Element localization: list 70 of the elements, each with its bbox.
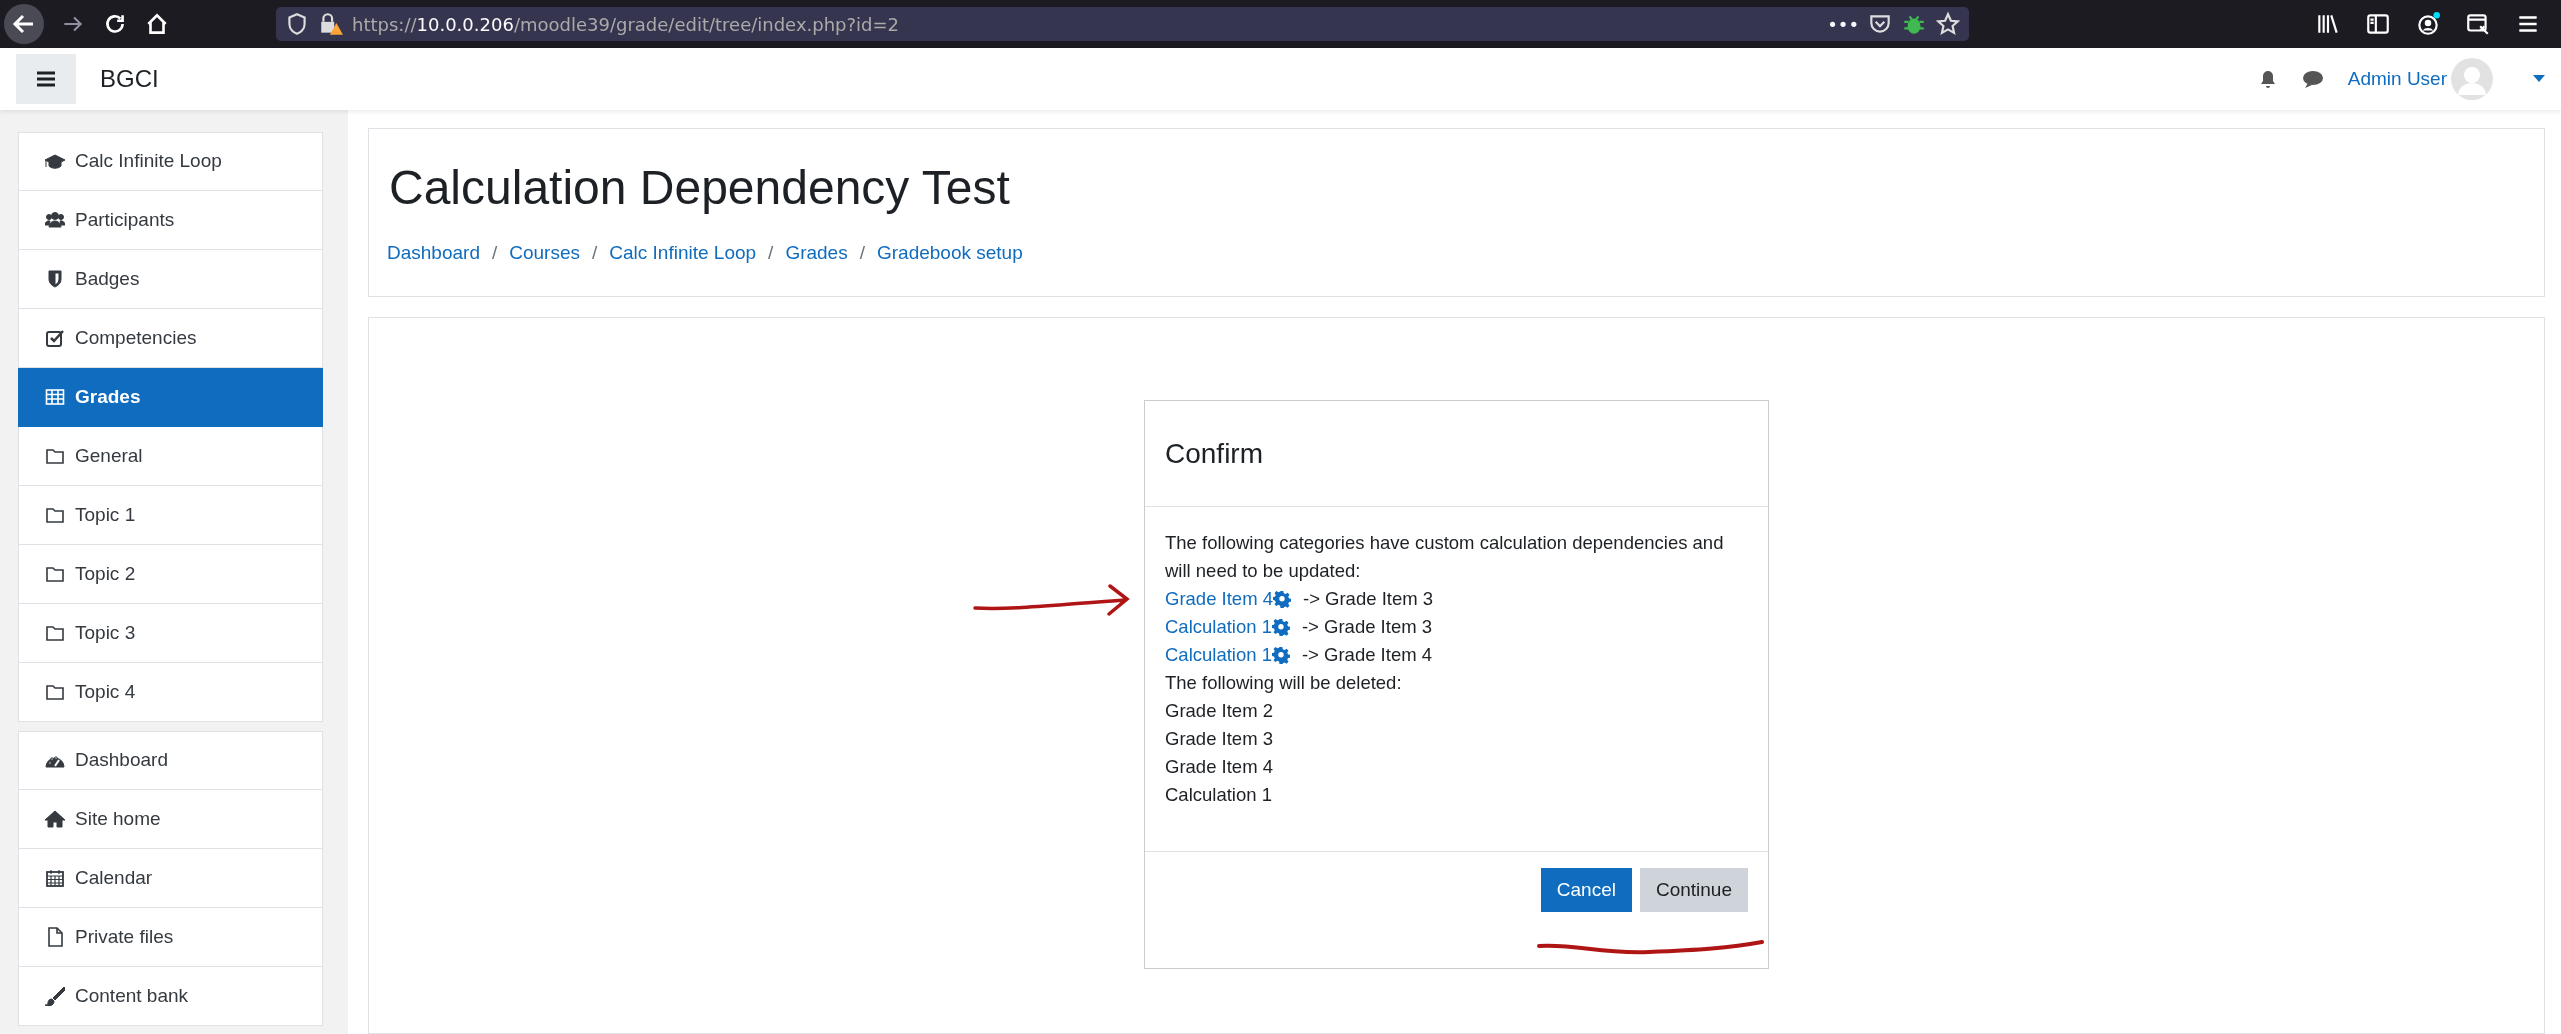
dependency-target: -> Grade Item 3 (1302, 587, 1434, 611)
deleted-item: Grade Item 2 (1165, 699, 1274, 723)
deleted-item: Grade Item 4 (1165, 755, 1274, 779)
breadcrumb-link[interactable]: Grades (785, 238, 848, 268)
sidebar-item[interactable]: General (18, 427, 323, 486)
dependency-target: -> Grade Item 4 (1301, 643, 1433, 667)
cancel-button[interactable]: Cancel (1540, 868, 1632, 912)
sidebar-icon[interactable] (2365, 11, 2391, 37)
folder-icon (45, 446, 65, 466)
dependency-target: -> Grade Item 3 (1301, 615, 1433, 639)
sidebar-item[interactable]: Badges (18, 250, 323, 309)
table-icon (45, 387, 65, 407)
sidebar-item[interactable]: Site home (18, 790, 323, 849)
folder-icon (45, 682, 65, 702)
calendar-icon (45, 868, 65, 888)
back-icon[interactable] (4, 4, 44, 44)
breadcrumb-separator: / (491, 240, 498, 265)
folder-icon (45, 623, 65, 643)
dialog-title: Confirm (1165, 436, 1263, 471)
sidebar-item[interactable]: Grades (18, 368, 323, 427)
gear-icon (1271, 618, 1290, 636)
sidebar-item[interactable]: Dashboard (18, 731, 323, 790)
screenshot-icon[interactable] (2465, 11, 2491, 37)
checkbox-icon (45, 328, 65, 348)
breadcrumb-link[interactable]: Calc Infinite Loop (609, 238, 757, 268)
user-name-link[interactable]: Admin User (2347, 64, 2447, 94)
page-actions-menu[interactable]: ••• (1827, 10, 1859, 38)
sidebar-item[interactable]: Topic 3 (18, 604, 323, 663)
url-text[interactable]: https://10.0.0.206/moodle39/grade/edit/tree/index.php?id=2 (352, 10, 1820, 38)
home-icon (45, 809, 65, 829)
file-icon (45, 927, 65, 947)
sidebar-item[interactable]: Content bank (18, 967, 323, 1026)
lock-warning-icon[interactable] (318, 11, 344, 37)
breadcrumb-link[interactable]: Dashboard (387, 238, 480, 268)
star-icon[interactable] (1935, 11, 1961, 37)
sidebar-item[interactable]: Topic 1 (18, 486, 323, 545)
grade-item-link[interactable]: Grade Item 4 (1165, 585, 1291, 613)
sidebar-item[interactable]: Participants (18, 191, 323, 250)
grade-item-link[interactable]: Calculation 1 (1165, 613, 1290, 641)
folder-icon (45, 564, 65, 584)
deleted-item: Grade Item 3 (1165, 727, 1274, 751)
sidebar-item[interactable]: Topic 2 (18, 545, 323, 604)
users-icon (45, 210, 65, 230)
continue-button[interactable]: Continue (1639, 868, 1748, 912)
sidebar-item[interactable]: Private files (18, 908, 323, 967)
account-icon[interactable] (2415, 11, 2441, 37)
breadcrumb-separator: / (768, 240, 774, 265)
sidebar-item[interactable]: Topic 4 (18, 663, 323, 722)
sidebar-item[interactable]: Calc Infinite Loop (18, 132, 323, 191)
site-name-link[interactable]: BGCI (100, 61, 159, 97)
folder-icon (45, 505, 65, 525)
sidebar-item[interactable]: Competencies (18, 309, 323, 368)
caret-down-icon[interactable] (2533, 75, 2545, 83)
menu-icon (36, 71, 56, 87)
dialog-message: The following categories have custom calculation dependencies and will need to be updated: (1165, 531, 1725, 583)
grade-item-link[interactable]: Calculation 1 (1165, 641, 1290, 669)
deleted-item: Calculation 1 (1165, 783, 1273, 807)
brush-icon (45, 986, 65, 1006)
breadcrumb-link[interactable]: Courses (509, 238, 580, 268)
gear-icon (1271, 646, 1290, 664)
shield-icon (45, 269, 65, 289)
page-title: Calculation Dependency Test (389, 160, 1011, 216)
breadcrumb-separator: / (859, 240, 865, 265)
breadcrumb-link[interactable]: Gradebook setup (876, 238, 1023, 268)
menu-button[interactable] (16, 54, 76, 104)
breadcrumb-separator: / (592, 240, 598, 265)
gear-icon (1272, 590, 1291, 608)
sidebar-item[interactable]: Calendar (18, 849, 323, 908)
chat-icon[interactable] (2301, 69, 2324, 89)
dialog-message: The following will be deleted: (1165, 671, 1403, 695)
